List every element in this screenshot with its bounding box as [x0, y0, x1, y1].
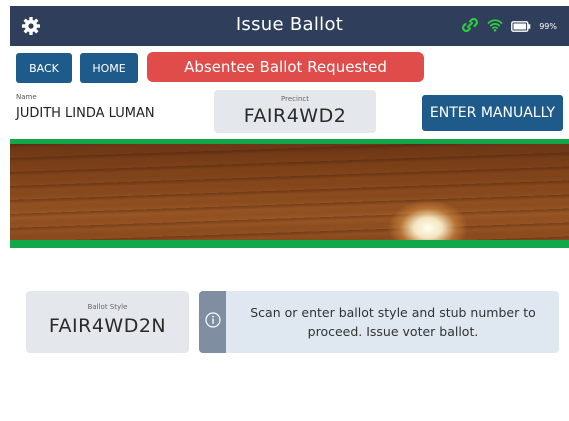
voter-name: JUDITH LINDA LUMAN: [16, 106, 155, 121]
battery-percent: 99%: [539, 21, 557, 31]
precinct-field: Precinct FAIR4WD2: [214, 90, 376, 133]
info-icon-panel: [199, 291, 226, 353]
battery-icon: [511, 17, 531, 36]
enter-manually-button[interactable]: ENTER MANUALLY: [422, 95, 563, 131]
name-label: Name: [16, 93, 37, 101]
ballot-style-label: Ballot Style: [87, 303, 128, 311]
instruction-message: Scan or enter ballot style and stub numb…: [199, 291, 559, 353]
info-icon: [204, 312, 221, 332]
camera-scan-view[interactable]: [10, 139, 569, 248]
ballot-style-value: FAIR4WD2N: [48, 315, 167, 337]
precinct-label: Precinct: [281, 95, 309, 103]
camera-feed: [10, 144, 569, 240]
header-bar: Issue Ballot 99%: [10, 6, 569, 46]
home-button[interactable]: HOME: [80, 53, 138, 83]
app-window: Issue Ballot 99% BACK HOME Absentee Ball…: [10, 6, 569, 421]
status-indicators: 99%: [461, 17, 557, 35]
absentee-alert-banner: Absentee Ballot Requested: [147, 52, 424, 82]
instruction-text: Scan or enter ballot style and stub numb…: [250, 305, 536, 339]
wifi-icon: [487, 17, 503, 36]
ballot-style-field: Ballot Style FAIR4WD2N: [26, 291, 189, 353]
back-button[interactable]: BACK: [16, 53, 72, 83]
link-icon: [461, 17, 479, 36]
precinct-value: FAIR4WD2: [243, 105, 347, 127]
